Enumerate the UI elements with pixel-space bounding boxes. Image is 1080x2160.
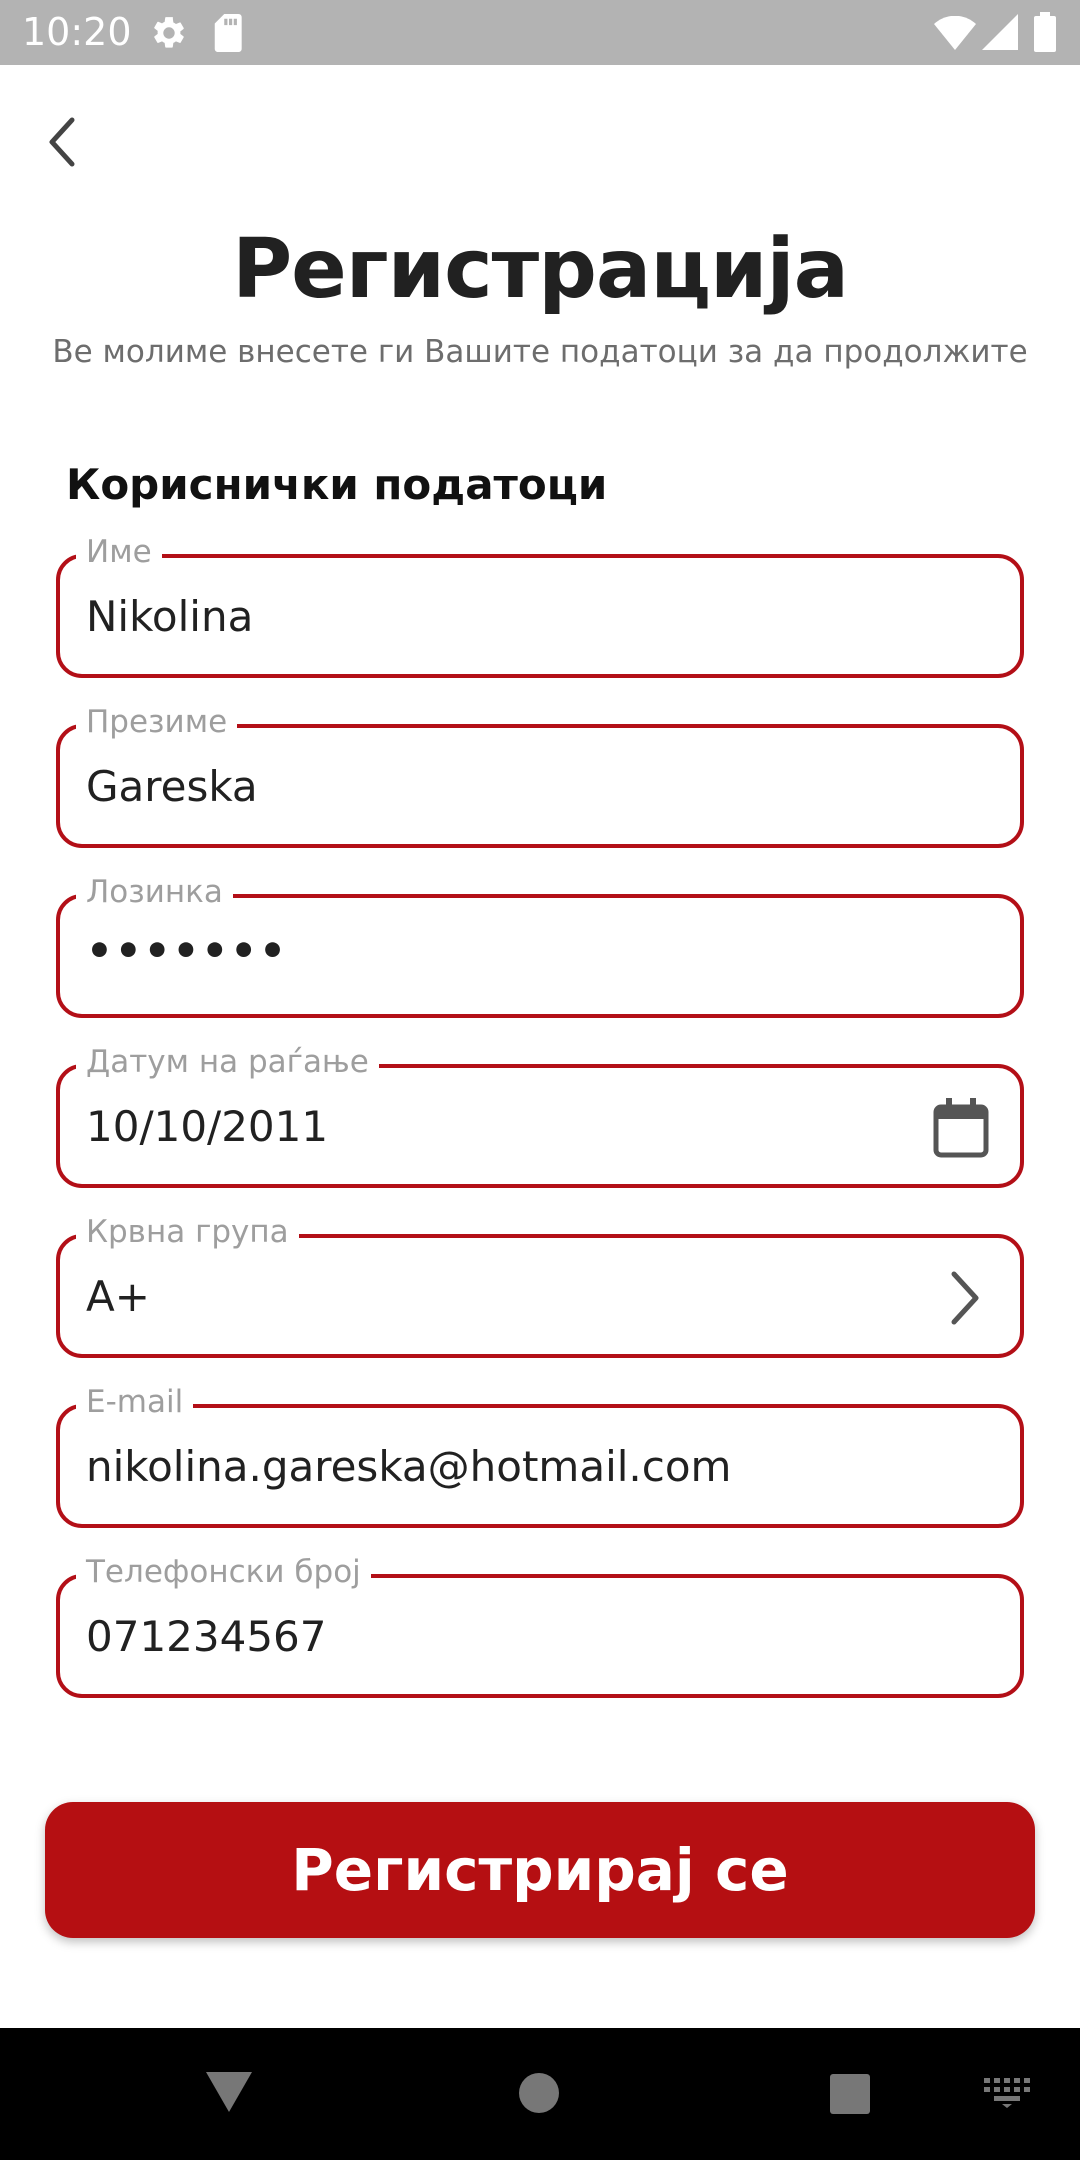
birth-date-field[interactable]: Датум на раѓање 10/10/2011 — [56, 1042, 1024, 1188]
register-button[interactable]: Регистрирај се — [45, 1802, 1035, 1938]
navigation-bar — [0, 2028, 1080, 2160]
birth-date-label: Датум на раѓање — [76, 1042, 379, 1082]
sd-card-icon — [212, 14, 246, 57]
blood-group-label: Крвна група — [76, 1212, 299, 1252]
email-input[interactable]: nikolina.gareska@hotmail.com — [86, 1442, 946, 1491]
phone-label: Телефонски број — [76, 1552, 371, 1592]
phone-input[interactable]: 071234567 — [86, 1612, 946, 1661]
last-name-input[interactable]: Gareska — [86, 762, 946, 811]
first-name-field[interactable]: Име Nikolina — [56, 532, 1024, 678]
back-triangle-icon[interactable] — [206, 2072, 252, 2117]
recents-square-icon[interactable] — [830, 2074, 870, 2119]
blood-group-field[interactable]: Крвна група A+ — [56, 1212, 1024, 1358]
last-name-field[interactable]: Презиме Gareska — [56, 702, 1024, 848]
last-name-label: Презиме — [76, 702, 238, 742]
chevron-right-icon[interactable] — [944, 1268, 984, 1333]
calendar-icon[interactable] — [932, 1098, 990, 1163]
home-circle-icon[interactable] — [518, 2072, 560, 2119]
signal-icon — [982, 14, 1018, 55]
keyboard-icon[interactable] — [984, 2078, 1030, 2113]
page-title: Регистрација — [232, 222, 849, 317]
phone-field[interactable]: Телефонски број 071234567 — [56, 1552, 1024, 1698]
section-title: Кориснички податоци — [66, 460, 608, 509]
birth-date-input[interactable]: 10/10/2011 — [86, 1102, 946, 1151]
battery-icon — [1034, 12, 1056, 57]
email-label: E-mail — [76, 1382, 194, 1422]
back-button[interactable] — [40, 112, 90, 172]
first-name-label: Име — [76, 532, 162, 572]
status-bar: 10:20 — [0, 0, 1080, 65]
chevron-left-icon — [49, 117, 75, 167]
first-name-input[interactable]: Nikolina — [86, 592, 946, 641]
wifi-icon — [934, 15, 976, 55]
password-label: Лозинка — [76, 872, 233, 912]
page-subtitle: Ве молиме внесете ги Вашите податоци за … — [52, 334, 1028, 370]
settings-icon — [150, 14, 188, 57]
password-field[interactable]: Лозинка ••••••• — [56, 872, 1024, 1018]
email-field[interactable]: E-mail nikolina.gareska@hotmail.com — [56, 1382, 1024, 1528]
password-input[interactable]: ••••••• — [86, 926, 946, 975]
blood-group-value[interactable]: A+ — [86, 1272, 946, 1321]
status-time: 10:20 — [22, 10, 132, 54]
